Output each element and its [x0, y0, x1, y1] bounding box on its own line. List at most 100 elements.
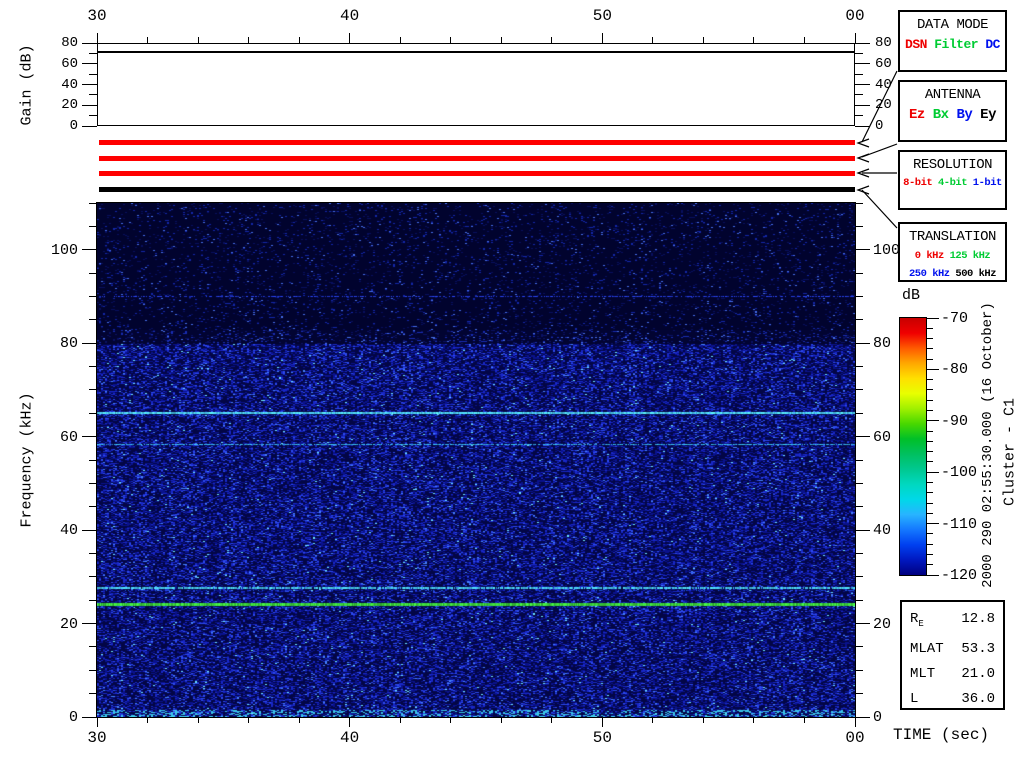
top-axis-tick [500, 37, 502, 43]
colorbar-tick [927, 379, 933, 381]
gain-axis-tick [89, 52, 97, 54]
bottom-axis-tick-label: 00 [845, 729, 865, 747]
freq-axis-tick [855, 342, 870, 344]
info-box-item: Ez [909, 107, 925, 123]
gain-axis-tick-label: 60 [875, 55, 892, 72]
bottom-axis-tick [248, 717, 250, 723]
info-box-item: Filter [926, 37, 979, 52]
freq-axis-tick [855, 599, 863, 601]
ephemeris-row: MLAT 53.3 [902, 637, 1003, 662]
arrow-icon [856, 168, 870, 178]
freq-axis-tick-label: 100 [873, 241, 901, 259]
freq-axis-tick [855, 693, 863, 695]
bottom-axis-tick [399, 717, 401, 723]
colorbar-tick [927, 430, 933, 432]
gain-axis-tick [82, 42, 97, 44]
gain-trace-line [98, 51, 854, 53]
top-axis-tick-label: 30 [87, 7, 107, 25]
gain-axis-tick [855, 104, 870, 106]
freq-axis-tick [82, 342, 97, 344]
resolution-title: RESOLUTION [912, 157, 993, 173]
bottom-axis-tick [601, 717, 603, 727]
info-box-item: Bx [924, 107, 949, 123]
bottom-axis-tick [298, 717, 300, 723]
gain-axis-tick-label: 40 [61, 76, 78, 93]
info-box-row: 250 kHz 500 kHz [900, 267, 1005, 281]
ephemeris-table: RE 12.8 MLAT 53.3 MLT 21.0 L 36.0 [900, 600, 1005, 710]
colorbar-tick-label: -120 [941, 567, 978, 584]
colorbar [899, 317, 927, 576]
spectrogram-panel [96, 202, 856, 718]
bottom-axis-tick [147, 717, 149, 723]
bottom-axis-tick [197, 717, 199, 723]
colorbar-tick [927, 574, 939, 576]
freq-axis-tick [855, 366, 863, 368]
gain-axis-tick-label: 0 [875, 118, 884, 134]
top-axis-tick [197, 37, 199, 43]
freq-axis-tick-label: 40 [873, 522, 892, 540]
gain-axis-tick [89, 94, 97, 96]
top-axis-tick [96, 33, 98, 43]
freq-axis-tick [89, 482, 97, 484]
arrow-icon [856, 185, 870, 195]
info-box-row: 0 kHz 125 kHz [900, 249, 1005, 263]
freq-axis-tick [855, 225, 863, 227]
freq-axis-tick [89, 412, 97, 414]
top-axis-tick [652, 37, 654, 43]
gain-axis-tick [82, 63, 97, 65]
bottom-axis-tick-label: 30 [87, 729, 107, 747]
frequency-axis-label: Frequency (kHz) [18, 392, 36, 528]
ephemeris-value: 12.8 [961, 611, 995, 627]
gain-axis-tick [89, 73, 97, 75]
colorbar-tick [927, 564, 933, 566]
freq-axis-tick-label: 20 [59, 615, 78, 633]
freq-axis-tick [82, 529, 97, 531]
gain-axis-tick [855, 94, 863, 96]
bottom-axis-tick-label: 40 [340, 729, 360, 747]
freq-axis-tick [855, 436, 870, 438]
gain-axis-tick-label: 20 [875, 97, 892, 114]
info-box-item: DSN [905, 37, 927, 52]
freq-axis-tick [855, 295, 863, 297]
gain-axis-tick-label: 0 [69, 118, 78, 134]
top-axis-tick-label: 00 [845, 7, 865, 25]
gain-axis-tick [855, 115, 863, 117]
bottom-axis-tick [753, 717, 755, 723]
colorbar-tick [927, 471, 939, 473]
bottom-axis-tick [349, 717, 351, 727]
colorbar-tick [927, 440, 933, 442]
top-axis-tick [450, 37, 452, 43]
gain-axis-tick [855, 42, 870, 44]
freq-axis-tick-label: 0 [68, 709, 78, 726]
gain-axis-tick [855, 84, 870, 85]
gain-axis-tick [82, 84, 97, 85]
freq-axis-tick [89, 693, 97, 695]
freq-axis-tick [855, 552, 863, 554]
freq-axis-tick [855, 529, 870, 531]
gain-axis-tick [855, 63, 870, 65]
translation-bar [99, 187, 855, 192]
info-box-item: 8-bit [903, 177, 933, 189]
ephemeris-value: 36.0 [961, 690, 995, 707]
gain-axis-tick [855, 73, 863, 75]
top-axis-tick [601, 33, 603, 43]
ephemeris-label: RE [910, 611, 924, 629]
freq-axis-tick [855, 389, 863, 391]
freq-axis-tick [82, 436, 97, 438]
antenna-title: ANTENNA [924, 87, 981, 103]
info-box-item: By [948, 107, 973, 123]
ephemeris-row: RE 12.8 [902, 607, 1003, 637]
freq-axis-tick [89, 319, 97, 321]
colorbar-tick [927, 543, 933, 545]
antenna-bar [99, 156, 855, 161]
freq-axis-tick-label: 60 [873, 428, 892, 446]
ephemeris-label: MLT [910, 665, 936, 682]
bottom-axis-tick [854, 717, 856, 727]
gain-axis-label: Gain (dB) [18, 44, 36, 126]
freq-axis-tick-label: 100 [50, 241, 78, 259]
freq-axis-tick [89, 552, 97, 554]
ephemeris-value: 21.0 [961, 665, 995, 682]
spectrogram-canvas [97, 203, 855, 717]
info-box-row: Ez Bx By Ey [900, 107, 1005, 123]
freq-axis-tick [89, 599, 97, 601]
